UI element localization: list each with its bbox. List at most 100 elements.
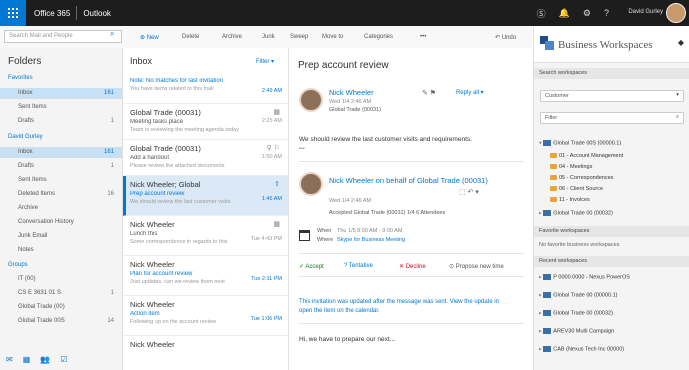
- fav-drafts[interactable]: Drafts: [18, 118, 34, 124]
- list-item[interactable]: Nick Wheeler; Global Prep account review…: [123, 176, 288, 216]
- sweep-button[interactable]: Sweep: [290, 34, 308, 40]
- sender-name[interactable]: Nick Wheeler: [329, 88, 374, 97]
- tree-item[interactable]: ▾ Global Trade 00S (00000.1): [539, 140, 621, 146]
- list-item[interactable]: Note: No matches for last invitation You…: [123, 74, 288, 104]
- tentative-button[interactable]: ? Tentative: [344, 263, 373, 269]
- avatar: [299, 172, 323, 196]
- section-header[interactable]: Recent workspaces: [534, 256, 689, 267]
- fav-inbox[interactable]: Inbox: [18, 90, 33, 96]
- more-button[interactable]: •••: [420, 34, 426, 40]
- recent-workspace[interactable]: ▸ CAB (Nexus Tech Inc 00000): [539, 346, 624, 352]
- folder-inbox[interactable]: Inbox: [18, 149, 33, 155]
- folder-notes[interactable]: Notes: [18, 247, 34, 253]
- reading-pane: Prep account review Nick Wheeler Wed 1/4…: [289, 48, 532, 370]
- mail-icon[interactable]: ✉: [6, 355, 13, 364]
- decline-button[interactable]: ✕ Decline: [399, 263, 426, 270]
- folder-sent[interactable]: Sent Items: [18, 177, 47, 183]
- junk-button[interactable]: Junk: [262, 34, 275, 40]
- filter-placeholder: Filter: [545, 115, 558, 121]
- section-header[interactable]: Favorite workspaces: [534, 226, 689, 237]
- group-item[interactable]: CS E 3631 01 S: [18, 290, 61, 296]
- app-launcher-button[interactable]: [0, 0, 26, 26]
- search-icon[interactable]: ⌕: [110, 29, 114, 39]
- folder-icon: [550, 164, 557, 170]
- folder-icon: [550, 175, 557, 181]
- empty-favorites-text: No favorite business workspaces: [539, 242, 620, 248]
- folder-pane: Folders Favorites Inbox 161 Sent Items D…: [0, 48, 123, 370]
- filter-dropdown[interactable]: Filter ▾: [256, 58, 274, 65]
- folder-drafts[interactable]: Drafts: [18, 163, 34, 169]
- recent-workspace[interactable]: ▸ AREV30 Multi Campaign: [539, 328, 614, 334]
- message-body: We should review the last customer visit…: [299, 136, 472, 143]
- recent-workspace[interactable]: ▸ Global Trade 00 (00000.1): [539, 292, 618, 298]
- groups-header[interactable]: Groups: [8, 262, 28, 268]
- tree-item[interactable]: 05 - Correspondences: [550, 175, 613, 181]
- folder-icon: [550, 153, 557, 159]
- propose-time-button[interactable]: ⊙ Propose new time: [449, 263, 504, 270]
- list-item[interactable]: Nick Wheeler Lunch this Some corresponde…: [123, 216, 288, 256]
- list-item[interactable]: Nick Wheeler Plan for account review Jus…: [123, 256, 288, 296]
- tree-item[interactable]: ▸ Global Trade 00 (00032): [539, 210, 613, 216]
- tree-item[interactable]: 06 - Client Source: [550, 186, 603, 192]
- people-icon[interactable]: 👥: [40, 355, 50, 364]
- folder-inbox-count: 161: [103, 149, 114, 155]
- more-content-button[interactable]: •••: [299, 146, 305, 152]
- folder-deleted-count: 16: [107, 191, 114, 197]
- tree-item[interactable]: 04 - Meetings: [550, 164, 592, 170]
- tasks-icon[interactable]: ☑: [60, 355, 67, 364]
- tree-item[interactable]: 11 - Invoices: [550, 197, 590, 203]
- archive-button[interactable]: Archive: [222, 34, 242, 40]
- group-item[interactable]: IT (00): [18, 276, 36, 282]
- section-header[interactable]: Search workspaces: [534, 68, 689, 79]
- categories-button[interactable]: Categories: [364, 34, 393, 40]
- workspace-filter-input[interactable]: Filter ⌕: [540, 112, 684, 124]
- sender-name[interactable]: Nick Wheeler on behalf of Global Trade (…: [329, 176, 488, 185]
- favorites-header[interactable]: Favorites: [8, 75, 33, 81]
- flag-icon[interactable]: ✎ ⚑: [422, 89, 436, 97]
- list-item[interactable]: Nick Wheeler: [123, 336, 288, 370]
- tree-item[interactable]: 01 - Account Management: [550, 153, 623, 159]
- pin-icon[interactable]: ◆: [678, 38, 684, 47]
- app-title[interactable]: Outlook: [83, 9, 111, 18]
- update-notice-2[interactable]: open the item on the calendar.: [299, 308, 380, 314]
- list-item[interactable]: Global Trade (00031) Add a handout Pleas…: [123, 140, 288, 176]
- help-icon[interactable]: ?: [604, 8, 609, 18]
- suite-title[interactable]: Office 365: [34, 9, 70, 18]
- when-value: Thu 1/5 8:00 AM - 9:00 AM: [337, 228, 403, 234]
- sent-time: Wed 1/4 2:46 AM: [329, 99, 372, 105]
- folders-heading[interactable]: Folders: [8, 56, 41, 67]
- group-item[interactable]: Global Trade (00): [18, 304, 65, 310]
- recent-workspace[interactable]: ▸ P 0000.0000 - Nexus PowerOS: [539, 274, 630, 280]
- undo-button[interactable]: ↶ Undo: [495, 34, 516, 41]
- account-header[interactable]: David Gurley: [8, 134, 43, 140]
- delete-button[interactable]: Delete: [182, 34, 199, 40]
- calendar-icon[interactable]: ▦: [23, 355, 31, 364]
- gear-icon[interactable]: ⚙: [583, 8, 591, 19]
- bell-icon[interactable]: 🔔: [559, 8, 570, 19]
- avatar[interactable]: [666, 3, 686, 23]
- update-notice[interactable]: This invitation was updated after the me…: [299, 299, 499, 305]
- skype-icon[interactable]: Ⓢ: [537, 7, 546, 20]
- divider: [76, 6, 78, 20]
- accept-button[interactable]: ✓ Accept: [299, 263, 324, 270]
- folder-drafts-count: 1: [110, 163, 114, 169]
- reply-all-button[interactable]: Reply all ▾: [456, 89, 484, 96]
- folder-junk[interactable]: Junk Email: [18, 233, 47, 239]
- more-actions-icon[interactable]: ⬚ ↶ ▾: [459, 188, 479, 196]
- workspace-type-dropdown[interactable]: Customer ▾: [540, 90, 684, 102]
- list-item[interactable]: Global Trade (00031) Meeting tasks place…: [123, 104, 288, 140]
- where-value[interactable]: Skype for Business Meeting: [337, 237, 405, 243]
- new-button[interactable]: ⊕ New: [140, 34, 159, 41]
- group-item[interactable]: Global Trade 00S: [18, 318, 65, 324]
- list-item[interactable]: Nick Wheeler Action item Following up on…: [123, 296, 288, 336]
- recent-workspace[interactable]: ▸ Global Trade 00 (00032): [539, 310, 613, 316]
- recipient-line[interactable]: Global Trade (00031): [329, 107, 381, 113]
- folder-deleted[interactable]: Deleted Items: [18, 191, 55, 197]
- folder-conversation-history[interactable]: Conversation History: [18, 219, 74, 225]
- user-name[interactable]: David Gurley: [628, 9, 663, 15]
- folder-archive[interactable]: Archive: [18, 205, 38, 211]
- fav-sent[interactable]: Sent Items: [18, 104, 47, 110]
- move-to-button[interactable]: Move to: [322, 34, 343, 40]
- divider: [299, 276, 524, 277]
- search-input[interactable]: Search Mail and People: [4, 30, 122, 43]
